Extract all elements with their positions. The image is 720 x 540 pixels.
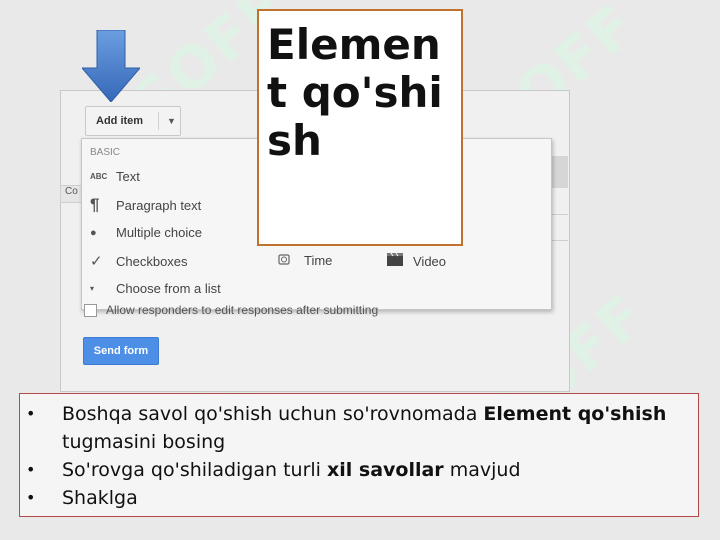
bullet-list-box: • Boshqa savol qo'shish uchun so'rovnoma… — [19, 393, 699, 517]
bullet-bold-text: Element qo'shish — [483, 403, 667, 425]
menu-item-text[interactable]: ABC Text — [90, 169, 140, 184]
clock-icon — [278, 253, 304, 268]
menu-item-label: Multiple choice — [116, 225, 202, 240]
allow-edit-label: Allow responders to edit responses after… — [106, 303, 379, 317]
bullet-text: mavjud — [443, 459, 521, 481]
bullet-text: So'rovga qo'shiladigan turli — [62, 459, 327, 481]
bullet-text: Boshqa savol qo'shish uchun so'rovnomada — [62, 403, 484, 425]
film-icon — [387, 252, 413, 269]
bullet-bold-text: xil savollar — [327, 459, 444, 481]
bullet-text: tugmasini bosing — [62, 431, 226, 453]
radio-icon: ● — [90, 226, 97, 239]
callout-title: Element qo'shish — [267, 20, 443, 165]
menu-item-multiple-choice[interactable]: ● Multiple choice — [90, 225, 202, 240]
menu-item-choose-from-list[interactable]: ▾ Choose from a list — [90, 281, 221, 296]
paragraph-icon: ¶ — [90, 195, 100, 214]
menu-item-label: Checkboxes — [116, 253, 188, 269]
send-form-button[interactable]: Send form — [83, 337, 159, 365]
menu-item-time[interactable]: Time — [278, 253, 332, 268]
bullet-icon: • — [26, 488, 36, 507]
menu-item-label: Video — [413, 253, 447, 269]
menu-section-label: BASIC — [90, 147, 121, 158]
bullet-icon: • — [26, 460, 36, 479]
add-item-label: Add item — [96, 115, 144, 127]
menu-item-label: Choose from a list — [116, 281, 221, 296]
text-icon: ABC — [90, 172, 108, 181]
bullet-icon: • — [26, 404, 36, 423]
menu-item-video[interactable]: Video — [387, 252, 447, 269]
divider — [158, 112, 159, 130]
menu-item-label: Paragraph text — [116, 197, 202, 213]
bullet-text: Shaklga — [62, 487, 138, 509]
allow-edit-option[interactable]: Allow responders to edit responses after… — [84, 303, 378, 317]
add-item-button[interactable]: Add item ▼ — [85, 106, 181, 136]
menu-item-checkboxes[interactable]: ✓ Checkboxes — [90, 252, 188, 270]
checkbox[interactable] — [84, 303, 97, 317]
menu-item-label: Text — [116, 169, 140, 184]
menu-item-label: Time — [304, 253, 333, 268]
arrow-down-icon — [82, 30, 140, 102]
chevron-down-icon[interactable]: ▼ — [167, 116, 176, 126]
check-icon: ✓ — [90, 253, 103, 270]
callout-box: Element qo'shish — [257, 9, 463, 246]
dropdown-icon: ▾ — [90, 284, 95, 293]
menu-item-paragraph-text[interactable]: ¶ Paragraph text — [90, 195, 201, 215]
